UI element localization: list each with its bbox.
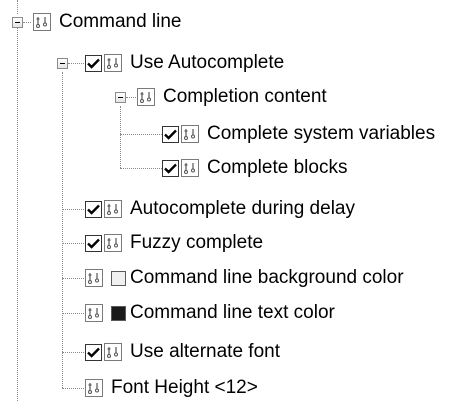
color-swatch-dark[interactable] [111,305,126,321]
collapse-toggle[interactable] [115,92,126,103]
tree-line [62,313,84,314]
checkbox-checked[interactable] [85,54,102,72]
tree-item-label: Complete blocks [207,157,348,178]
tree-line [120,106,121,168]
tree-item-autocomplete-during-delay[interactable]: Autocomplete during delay [85,196,355,222]
tree-item-label: Use alternate font [130,341,280,362]
tree-item-font-height[interactable]: Font Height <12> [85,375,258,401]
tree-item-command-line-background-color[interactable]: Command line background color [85,265,404,291]
tree-item-label: Command line background color [130,267,404,288]
tree-line [17,28,18,401]
tree-line [23,22,31,23]
tree-line [120,168,162,169]
property-icon [137,88,155,106]
property-icon [104,343,122,361]
collapse-toggle[interactable] [57,58,68,69]
tree-item-complete-system-variables[interactable]: Complete system variables [162,121,435,147]
color-swatch-light[interactable] [111,270,126,286]
tree-item-use-autocomplete[interactable]: Use Autocomplete [85,50,284,76]
tree-line [62,72,63,388]
tree-item-completion-content[interactable]: Completion content [137,84,327,110]
property-icon [181,159,199,177]
tree-item-command-line-text-color[interactable]: Command line text color [85,300,335,326]
property-icon [181,125,199,143]
property-icon [33,13,51,31]
property-icon [104,54,122,72]
tree-item-label: Command line [59,11,182,32]
tree-line [17,0,18,14]
property-icon [85,304,103,322]
tree-item-command-line[interactable]: Command line [33,9,182,35]
tree-line [62,352,84,353]
checkbox-checked[interactable] [162,125,179,143]
tree-item-label: Completion content [163,86,327,107]
tree-item-complete-blocks[interactable]: Complete blocks [162,155,347,181]
property-icon [104,234,122,252]
tree-item-label: Use Autocomplete [130,52,285,73]
tree-line [62,278,84,279]
tree-item-use-alternate-font[interactable]: Use alternate font [85,339,280,365]
tree-item-fuzzy-complete[interactable]: Fuzzy complete [85,230,263,256]
tree-line [62,243,84,244]
checkbox-checked[interactable] [85,343,102,361]
tree-item-label: Fuzzy complete [130,232,264,253]
checkbox-checked[interactable] [85,234,102,252]
tree-line [120,134,162,135]
property-icon [104,200,122,218]
settings-tree: Command line Use Autocomplete Completion… [0,0,475,401]
tree-line [68,63,84,64]
property-icon [85,379,103,397]
tree-line [62,209,84,210]
property-icon [85,269,103,287]
checkbox-checked[interactable] [162,159,179,177]
tree-item-label: Complete system variables [207,123,436,144]
tree-item-label: Autocomplete during delay [130,198,355,219]
tree-item-label: Font Height <12> [111,377,258,398]
tree-line [126,97,136,98]
collapse-toggle[interactable] [12,17,23,28]
tree-item-label: Command line text color [130,302,335,323]
checkbox-checked[interactable] [85,200,102,218]
tree-line [62,388,84,389]
